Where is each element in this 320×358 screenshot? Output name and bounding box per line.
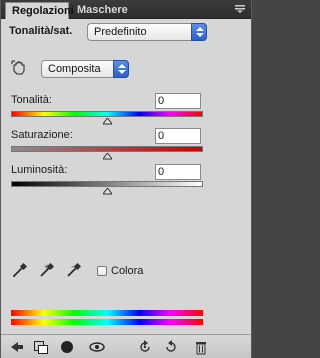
dropdown-arrows-icon xyxy=(191,23,207,41)
colorize-label: Colora xyxy=(111,265,144,277)
target-adjust-hand-icon[interactable] xyxy=(11,60,27,76)
preset-dropdown[interactable]: Predefinito xyxy=(87,23,207,41)
lightness-slider-thumb[interactable] xyxy=(103,188,112,195)
hue-input[interactable]: 0 xyxy=(155,93,201,109)
clip-layer-icon[interactable] xyxy=(33,339,49,355)
preset-dropdown-value: Predefinito xyxy=(94,26,147,38)
saturation-slider-thumb[interactable] xyxy=(103,153,112,160)
panel-footer-toolbar xyxy=(1,334,251,358)
tab-maschere[interactable]: Maschere xyxy=(71,2,151,19)
saturation-input[interactable]: 0 xyxy=(155,128,201,144)
eyedropper-plus-icon[interactable]: + xyxy=(38,263,54,279)
saturation-slider-track[interactable] xyxy=(11,146,203,152)
panel-menu-icon[interactable] xyxy=(235,5,245,13)
panel-tab-strip: Regolazioni Maschere xyxy=(1,0,251,19)
mask-icon[interactable] xyxy=(59,339,75,355)
channel-dropdown-value: Composita xyxy=(48,63,101,75)
eyedropper-minus-icon[interactable]: − xyxy=(65,263,81,279)
tab-regolazioni[interactable]: Regolazioni xyxy=(5,2,74,19)
hue-slider-thumb[interactable] xyxy=(103,118,112,125)
lightness-slider-track[interactable] xyxy=(11,181,203,187)
input-color-spectrum xyxy=(11,310,203,316)
preset-type-label: Tonalità/sat. xyxy=(9,25,73,37)
reset-icon[interactable] xyxy=(163,339,179,355)
colorize-checkbox[interactable] xyxy=(97,266,107,276)
trash-icon[interactable] xyxy=(193,339,209,355)
svg-text:−: − xyxy=(71,263,77,271)
channel-dropdown[interactable]: Composita xyxy=(41,60,129,78)
output-color-spectrum xyxy=(11,319,203,325)
hue-label: Tonalità: xyxy=(11,94,52,106)
hue-slider-track[interactable] xyxy=(11,111,203,117)
lightness-input[interactable]: 0 xyxy=(155,164,201,180)
lightness-label: Luminosità: xyxy=(11,164,68,176)
saturation-label: Saturazione: xyxy=(11,129,73,141)
previous-state-icon[interactable] xyxy=(137,339,153,355)
eyedropper-icon[interactable] xyxy=(11,263,27,279)
svg-text:+: + xyxy=(44,263,50,271)
dropdown-arrows-icon xyxy=(113,60,129,78)
eye-icon[interactable] xyxy=(89,339,105,355)
adjustments-panel: Regolazioni Maschere Tonalità/sat. Prede… xyxy=(0,0,252,358)
back-arrow-icon[interactable] xyxy=(9,339,25,355)
